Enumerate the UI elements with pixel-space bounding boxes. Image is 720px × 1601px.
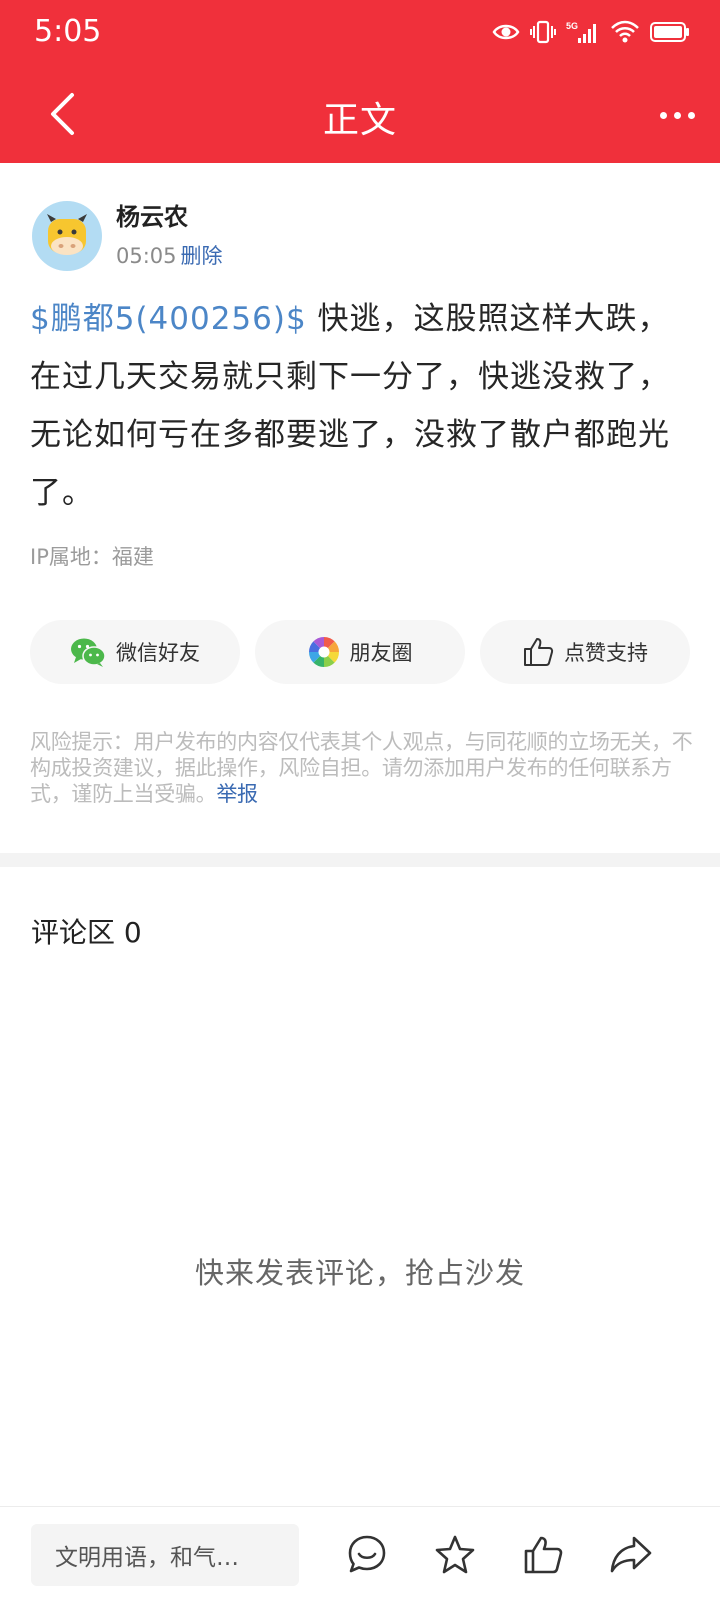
wifi-icon: [611, 20, 639, 43]
section-divider: [0, 853, 720, 867]
comment-icon: [348, 1535, 386, 1573]
bottom-action-bar: 文明用语，和气…: [0, 1506, 720, 1601]
like-support-label: 点赞支持: [564, 641, 648, 665]
thumbs-up-icon: [524, 638, 554, 666]
delete-button[interactable]: 删除: [181, 244, 223, 268]
share-icon: [610, 1536, 652, 1573]
like-button[interactable]: [520, 1532, 566, 1578]
risk-notice: 风险提示：用户发布的内容仅代表其个人观点，与同花顺的立场无关，不构成投资建议，据…: [30, 729, 695, 807]
star-icon: [435, 1535, 475, 1574]
post-meta: 05:05 删除: [116, 240, 223, 270]
top-app-bar: 5:05 5G 正文: [0, 0, 720, 163]
author-name[interactable]: 杨云农: [116, 202, 223, 232]
cow-avatar-icon: [47, 214, 87, 255]
wechat-icon: [71, 638, 106, 667]
post-content: $鹏都5(400256)$ 快逃，这股照这样大跌，在过几天交易就只剩下一分了，快…: [30, 290, 690, 522]
status-time: 5:05: [34, 14, 102, 49]
avatar[interactable]: [32, 201, 102, 271]
eye-icon: [492, 24, 520, 40]
more-options-button[interactable]: [652, 100, 702, 130]
favorite-button[interactable]: [432, 1532, 478, 1578]
comments-title: 评论区 0: [31, 916, 142, 949]
page-title: 正文: [322, 100, 397, 141]
share-button[interactable]: [608, 1532, 654, 1578]
status-icons: 5G: [492, 20, 690, 44]
thumbs-up-icon: [524, 1536, 563, 1574]
post-time: 05:05: [116, 244, 177, 268]
signal-5g-icon: 5G: [566, 21, 596, 43]
vibrate-icon: [530, 20, 556, 44]
svg-text:5G: 5G: [566, 21, 578, 31]
comment-button[interactable]: [344, 1532, 390, 1578]
moments-aperture-icon: [308, 637, 339, 667]
post-author: 杨云农 05:05 删除: [32, 200, 223, 272]
share-actions: 微信好友 朋友圈 点赞支持: [30, 620, 690, 684]
stock-tag-link[interactable]: $鹏都5(400256)$: [30, 301, 307, 337]
battery-icon: [650, 22, 689, 42]
ip-location: IP属地：福建: [30, 545, 154, 569]
comment-input[interactable]: 文明用语，和气…: [31, 1524, 299, 1586]
like-support-button[interactable]: 点赞支持: [480, 620, 690, 684]
author-info: 杨云农 05:05 删除: [116, 202, 223, 270]
share-wechat-label: 微信好友: [116, 641, 200, 665]
share-moments-label: 朋友圈: [349, 641, 413, 665]
more-horizontal-icon: [659, 111, 667, 119]
share-wechat-button[interactable]: 微信好友: [30, 620, 240, 684]
comments-empty-text: 快来发表评论，抢占沙发: [194, 1256, 525, 1290]
risk-notice-text: 风险提示：用户发布的内容仅代表其个人观点，与同花顺的立场无关，不构成投资建议，据…: [30, 730, 693, 806]
report-link[interactable]: 举报: [216, 782, 258, 806]
share-moments-button[interactable]: 朋友圈: [255, 620, 465, 684]
